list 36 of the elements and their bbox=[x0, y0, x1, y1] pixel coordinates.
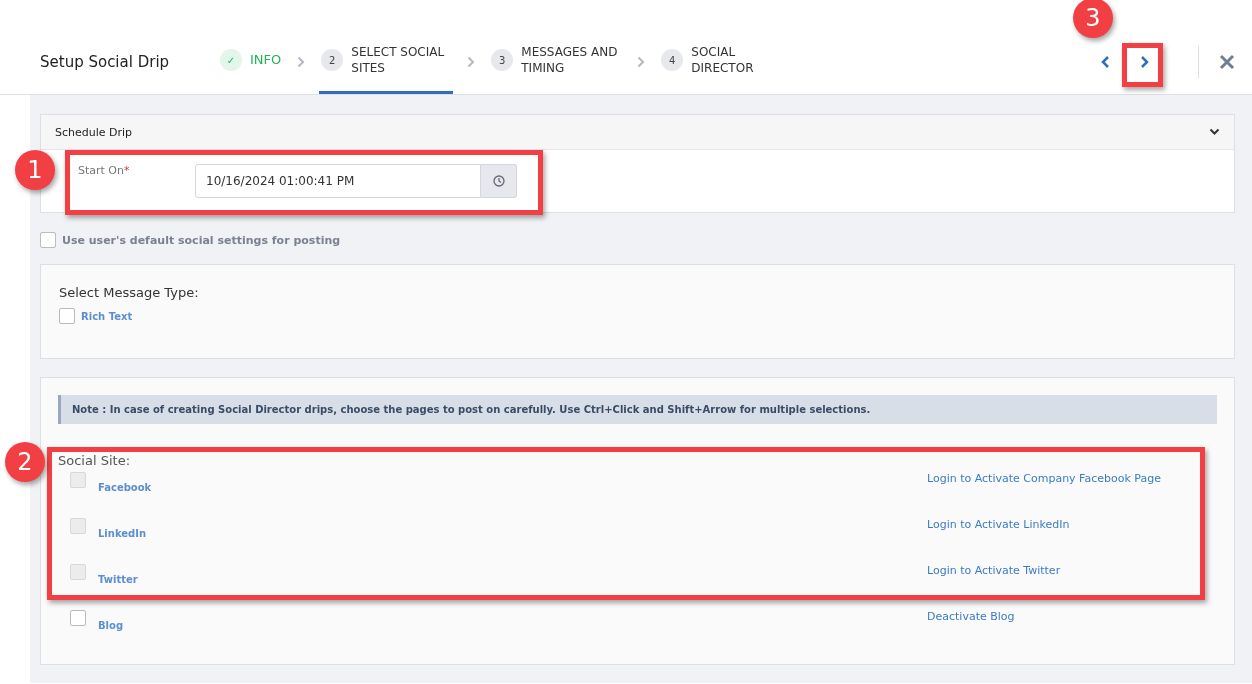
step-number: 3 bbox=[491, 49, 514, 71]
step-number: 4 bbox=[661, 49, 684, 71]
callout-number: 2 bbox=[5, 442, 45, 482]
dialog-title: Setup Social Drip bbox=[40, 52, 171, 71]
note-banner: Note : In case of creating Social Director drips, choose the pages to post on carefully. Use Ctrl+Click and Shift+Arrow for multiple selections. bbox=[58, 395, 1217, 424]
checkbox[interactable] bbox=[70, 610, 86, 626]
wizard-step[interactable]: ✓ INFO bbox=[218, 29, 284, 94]
callout-number: 1 bbox=[15, 150, 55, 190]
chevron-right-icon bbox=[637, 55, 646, 68]
checkbox[interactable] bbox=[59, 308, 75, 324]
chevron-left-icon bbox=[1100, 54, 1110, 69]
checkbox[interactable] bbox=[40, 232, 56, 248]
site-label: Twitter bbox=[98, 574, 138, 585]
chevron-right-icon bbox=[297, 55, 306, 68]
step-number: 2 bbox=[321, 49, 344, 71]
chevron-down-icon[interactable] bbox=[1209, 128, 1220, 136]
callout-number: 3 bbox=[1073, 0, 1113, 38]
option-label: Rich Text bbox=[81, 310, 133, 322]
check-icon: ✓ bbox=[220, 49, 242, 71]
site-label: Blog bbox=[98, 620, 124, 631]
chevron-right-icon bbox=[1140, 54, 1150, 69]
site-label: Facebook bbox=[98, 482, 152, 493]
field-label: Start On* bbox=[78, 164, 131, 177]
checkbox-label: Use user's default social settings for posting bbox=[62, 233, 341, 247]
wizard-step[interactable]: 3 MESSAGES AND TIMING bbox=[489, 29, 624, 94]
panel-title: Schedule Drip bbox=[55, 125, 133, 139]
chevron-right-icon bbox=[467, 55, 476, 68]
date-time-field[interactable]: 10/16/2024 01:00:41 PM bbox=[195, 164, 481, 198]
highlight-frame bbox=[1122, 43, 1163, 87]
activation-link[interactable]: Deactivate Blog bbox=[927, 610, 1015, 623]
close-icon bbox=[1219, 53, 1235, 70]
site-label: LinkedIn bbox=[98, 528, 147, 539]
section-heading: Select Message Type: bbox=[59, 285, 200, 300]
clock-icon[interactable] bbox=[481, 164, 517, 198]
section-heading: Social Site: bbox=[58, 453, 131, 468]
wizard-step[interactable]: 4 SOCIAL DIRECTOR bbox=[659, 29, 794, 94]
